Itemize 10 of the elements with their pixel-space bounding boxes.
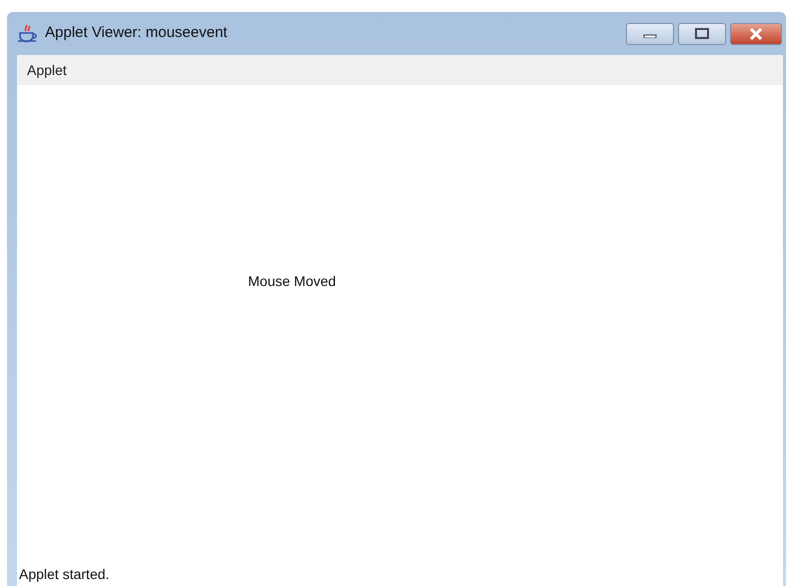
applet-message: Mouse Moved bbox=[248, 272, 336, 291]
status-text: Applet started. bbox=[19, 565, 110, 584]
close-button[interactable] bbox=[730, 22, 782, 44]
menu-item[interactable]: Applet bbox=[27, 60, 71, 80]
minimize-button[interactable] bbox=[626, 22, 674, 44]
maximize-button[interactable] bbox=[678, 22, 726, 44]
close-icon bbox=[749, 28, 763, 40]
maximize-icon bbox=[695, 28, 709, 39]
window-title: Applet Viewer: mouseevent bbox=[45, 23, 228, 44]
coffee-cup-icon bbox=[17, 24, 39, 44]
